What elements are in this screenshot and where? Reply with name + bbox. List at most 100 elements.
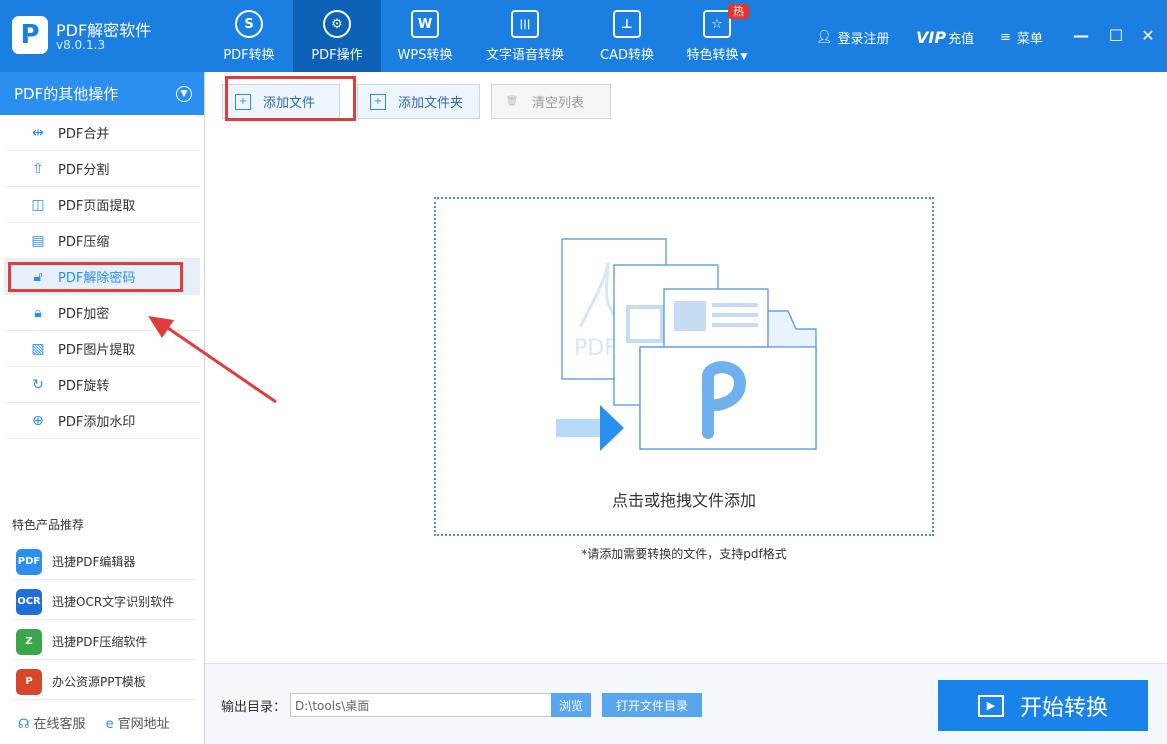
sidebar-item-compress[interactable]: ▤ PDF压缩 (4, 223, 200, 259)
nav-label: WPS转换 (397, 48, 453, 63)
browser-icon: e (105, 717, 114, 732)
login-label: 登录注册 (837, 32, 890, 47)
sidebar-item-label: PDF加密 (58, 307, 110, 322)
sidebar-item-label: PDF页面提取 (58, 199, 136, 214)
promo-section-title: 特色产品推荐 (12, 518, 85, 532)
open-dir-button[interactable]: 打开文件目录 (602, 693, 702, 717)
ocr-icon: OCR (16, 588, 42, 615)
nav-wps-convert[interactable]: W WPS转换 (381, 0, 469, 72)
menu-button[interactable]: ≡ 菜单 (1000, 28, 1043, 47)
lock-icon: 🔒︎ (34, 304, 42, 321)
maximize-button[interactable]: ☐ (1107, 26, 1125, 45)
annotation-arrow (148, 316, 277, 404)
promo-pdf-compress[interactable]: Z 迅捷PDF压缩软件 (10, 624, 196, 660)
nav-pdf-convert[interactable]: S PDF转换 (205, 0, 293, 72)
gear-icon: ⚙ (323, 10, 351, 38)
merge-icon: ⇹ (32, 124, 44, 141)
menu-label: 菜单 (1016, 32, 1043, 47)
rotate-icon: ↻ (32, 376, 44, 393)
nav-label: CAD转换 (600, 48, 654, 63)
image-icon: ▧ (31, 340, 45, 357)
output-dir-label: 输出目录： (221, 700, 287, 715)
start-convert-label: 开始转换 (1019, 695, 1108, 721)
vip-label: VIP (916, 28, 947, 47)
add-folder-button[interactable]: + 添加文件夹 (357, 84, 480, 119)
drop-zone-text: 点击或拖拽文件添加 (611, 491, 756, 510)
nav-label: PDF操作 (311, 48, 363, 63)
login-button[interactable]: 👤︎ 登录注册 (816, 28, 890, 47)
app-version: v8.0.1.3 (56, 38, 106, 52)
online-service-label: 在线客服 (33, 717, 86, 732)
nav-label-text: 特色转换 (686, 48, 739, 63)
play-icon: ▶ (977, 694, 1004, 717)
pdf-editor-icon: PDF (16, 548, 42, 575)
illustration-pdf-text: PDF (574, 336, 617, 361)
sidebar-header[interactable]: PDF的其他操作 ▼ (0, 72, 204, 115)
document-folder-illustration: PDF (556, 238, 817, 451)
sidebar-item-label: PDF旋转 (58, 379, 110, 394)
sidebar-item-label: PDF分割 (58, 163, 110, 178)
compress-icon: ▤ (31, 232, 45, 249)
wps-icon: W (411, 10, 439, 38)
nav-text-speech[interactable]: ||| 文字语音转换 (469, 0, 581, 72)
sidebar-footer: ☊ 在线客服 e 官网地址 (18, 713, 170, 732)
sidebar-item-split[interactable]: ⇧ PDF分割 (4, 151, 200, 187)
online-service-link[interactable]: ☊ 在线客服 (18, 713, 86, 732)
sidebar-header-label: PDF的其他操作 (14, 85, 119, 103)
sidebar-item-extract[interactable]: ◫ PDF页面提取 (4, 187, 200, 223)
nav-cad-convert[interactable]: ⊥ CAD转换 (581, 0, 673, 72)
star-icon: ☆ (703, 10, 731, 38)
main-nav: S PDF转换 ⚙ PDF操作 W WPS转换 ||| 文字语音转换 ⊥ CAD… (205, 0, 761, 72)
nav-special-convert[interactable]: 热 ☆ 特色转换 ▼ (673, 0, 761, 72)
close-button[interactable]: ✕ (1139, 26, 1157, 45)
start-convert-button[interactable]: ▶ 开始转换 (938, 680, 1148, 731)
highlight-box-unlock (8, 262, 183, 292)
output-dir-input[interactable]: D:\tools\桌面 (290, 693, 552, 717)
promo-ppt-templates[interactable]: P 办公资源PPT模板 (10, 664, 196, 700)
zip-icon: Z (16, 628, 42, 655)
add-folder-label: 添加文件夹 (398, 96, 464, 111)
chevron-down-icon: ▼ (740, 52, 748, 62)
nav-label: PDF转换 (223, 48, 275, 63)
audio-wave-icon: ||| (511, 10, 539, 38)
ppt-icon: P (16, 668, 42, 695)
sidebar-item-label: PDF添加水印 (58, 415, 136, 430)
sidebar-item-label: PDF合并 (58, 127, 110, 142)
website-label: 官网地址 (117, 717, 170, 732)
clear-list-button[interactable]: 🗑︎ 清空列表 (491, 84, 611, 119)
sidebar-item-merge[interactable]: ⇹ PDF合并 (4, 115, 200, 151)
promo-label: 迅捷PDF编辑器 (52, 555, 136, 569)
promo-label: 办公资源PPT模板 (52, 675, 146, 689)
menu-icon: ≡ (1000, 30, 1011, 45)
convert-icon: S (235, 10, 263, 38)
watermark-icon: ⊕ (32, 412, 44, 429)
nav-label: 特色转换 ▼ (687, 44, 748, 63)
trash-icon: 🗑︎ (505, 96, 519, 107)
promo-pdf-editor[interactable]: PDF 迅捷PDF编辑器 (10, 544, 196, 580)
promo-ocr[interactable]: OCR 迅捷OCR文字识别软件 (10, 584, 196, 620)
minimize-button[interactable]: — (1072, 26, 1090, 45)
clear-list-label: 清空列表 (532, 96, 585, 111)
sidebar-item-label: PDF图片提取 (58, 343, 136, 358)
add-folder-icon: + (370, 93, 386, 110)
title-bar: P PDF解密软件 v8.0.1.3 S PDF转换 ⚙ PDF操作 W WPS… (0, 0, 1167, 72)
recharge-label: 充值 (948, 32, 975, 47)
nav-pdf-operate[interactable]: ⚙ PDF操作 (293, 0, 381, 72)
website-link[interactable]: e 官网地址 (106, 713, 170, 732)
browse-button[interactable]: 浏览 (551, 693, 591, 717)
vip-recharge-button[interactable]: VIP 充值 (916, 28, 974, 47)
chevron-down-icon: ▼ (176, 85, 192, 102)
app-logo-letter: P (20, 20, 40, 50)
promo-label: 迅捷OCR文字识别软件 (52, 595, 175, 609)
headset-icon: ☊ (18, 717, 30, 732)
highlight-box-add-file (225, 76, 356, 121)
app-logo: P (12, 16, 48, 54)
promo-label: 迅捷PDF压缩软件 (52, 635, 148, 649)
split-icon: ⇧ (32, 160, 44, 177)
hot-badge: 热 (728, 4, 749, 19)
sidebar-item-label: PDF压缩 (58, 235, 110, 250)
user-icon: 👤︎ (816, 30, 833, 45)
file-drop-zone[interactable]: PDF 点击或拖拽文件添加 (434, 197, 934, 536)
file-format-hint: *请添加需要转换的文件，支持pdf格式 (581, 547, 787, 561)
nav-label: 文字语音转换 (485, 48, 564, 63)
